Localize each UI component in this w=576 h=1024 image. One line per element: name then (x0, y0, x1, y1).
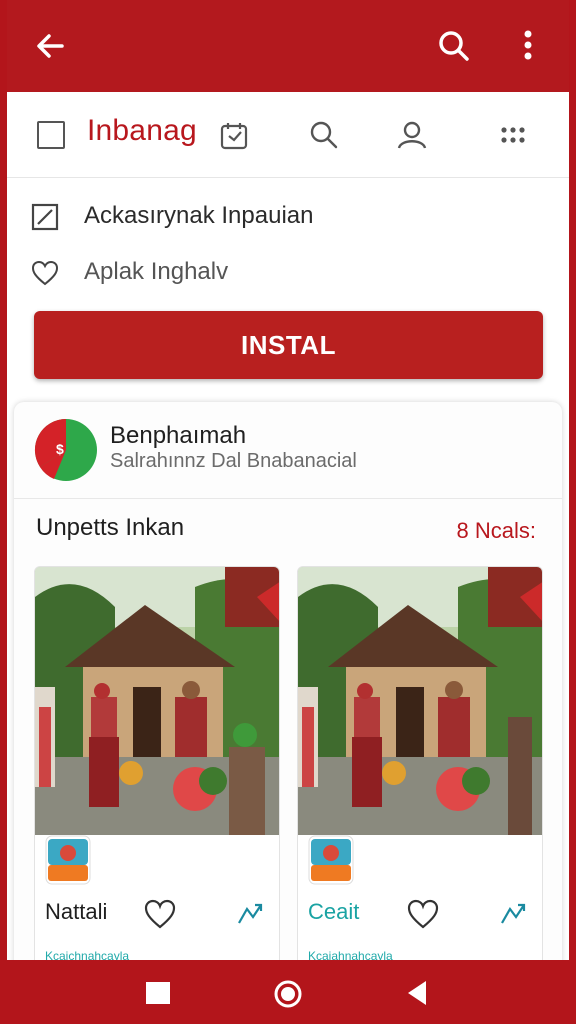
person-icon[interactable] (395, 118, 429, 152)
info-row-favorite-text: Aplak Inghalv (84, 258, 229, 285)
share-icon[interactable] (498, 899, 528, 929)
back-triangle-icon[interactable] (402, 978, 432, 1008)
app-badge-icon (308, 835, 354, 885)
app-logo-icon[interactable]: $ (34, 418, 98, 482)
back-arrow-icon[interactable] (30, 26, 70, 66)
share-icon[interactable] (235, 899, 265, 929)
info-row-category-text: Ackasırynak Inpauian (84, 202, 314, 229)
card-divider (14, 498, 562, 499)
svg-text:$: $ (56, 441, 64, 457)
tag-calendar-icon (220, 123, 248, 150)
more-vert-icon[interactable] (510, 26, 550, 66)
section-title: Unpetts Inkan (36, 514, 185, 541)
install-button[interactable]: INSTAL (34, 311, 543, 379)
item-label: Ceait (308, 899, 360, 924)
section-count-link[interactable]: 8 Ncals: (457, 518, 536, 544)
app-card: $ Benphaımah Salrahınnz Dal Bnabanacial … (14, 402, 562, 1002)
list-item[interactable]: Ceait Kcaiahnahcayla (297, 566, 543, 966)
frame-right-edge (569, 0, 576, 1024)
edit-square-icon (31, 203, 59, 231)
app-name: Benphaımah (110, 422, 247, 449)
select-checkbox[interactable] (37, 121, 65, 149)
heart-icon[interactable] (143, 897, 177, 931)
app-badge-icon (45, 835, 91, 885)
toolbar-title: Inbanag (87, 114, 197, 147)
toolbar-search-icon[interactable] (307, 118, 341, 152)
recents-square-icon[interactable] (146, 982, 170, 1004)
item-label: Nattali (45, 899, 108, 924)
system-nav-bar (0, 960, 576, 1024)
heart-outline-icon[interactable] (30, 258, 60, 288)
home-circle-icon[interactable] (272, 978, 304, 1010)
secondary-toolbar: Inbanag (7, 92, 569, 178)
frame-left-edge (0, 0, 7, 1024)
village-photo (35, 567, 279, 835)
app-subtitle: Salrahınnz Dal Bnabanacial (110, 450, 357, 472)
list-item[interactable]: Nattali Kcaichnahcayla (34, 566, 280, 966)
app-bar (0, 0, 576, 92)
search-icon[interactable] (434, 26, 474, 66)
heart-icon[interactable] (406, 897, 440, 931)
grid-dots-icon[interactable] (497, 120, 529, 152)
village-photo (298, 567, 542, 835)
